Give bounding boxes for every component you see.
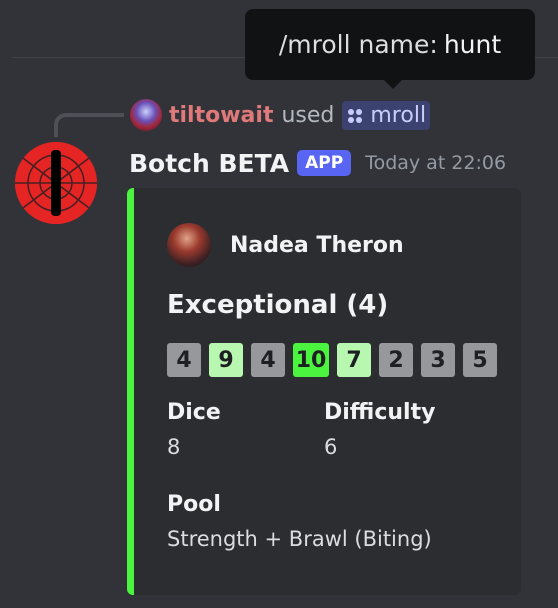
field-dice: Dice 8 <box>167 400 221 459</box>
die-result: 4 <box>167 343 201 377</box>
tooltip-arrow <box>383 79 403 89</box>
roll-embed: Nadea Theron Exceptional (4) 4 9 4 10 7 2 3 5 D… <box>127 188 521 595</box>
embed-author: Nadea Theron <box>167 223 404 267</box>
field-dice-name: Dice <box>167 400 221 425</box>
dice-results: 4 9 4 10 7 2 3 5 <box>167 343 505 377</box>
die-result: 9 <box>209 343 243 377</box>
die-result: 4 <box>251 343 285 377</box>
die-result: 3 <box>421 343 455 377</box>
field-pool-value: Strength + Brawl (Biting) <box>167 527 432 551</box>
command-name: mroll <box>370 102 427 128</box>
die-result: 10 <box>293 343 329 377</box>
field-difficulty: Difficulty 6 <box>324 400 435 459</box>
reply-user-avatar[interactable] <box>130 99 162 131</box>
slash-command-icon <box>346 106 364 124</box>
message-header: Botch BETA APP Today at 22:06 <box>129 145 506 181</box>
message-timestamp[interactable]: Today at 22:06 <box>365 152 506 174</box>
tooltip-label: /mroll name: <box>278 30 438 59</box>
bot-avatar[interactable] <box>15 142 97 224</box>
die-result: 7 <box>337 343 371 377</box>
bot-username[interactable]: Botch BETA <box>129 149 289 178</box>
field-difficulty-name: Difficulty <box>324 400 436 425</box>
app-badge: APP <box>297 150 352 176</box>
reply-verb: used <box>281 102 335 128</box>
field-pool: Pool Strength + Brawl (Biting) <box>167 492 432 551</box>
command-mention[interactable]: mroll <box>342 100 431 130</box>
field-pool-name: Pool <box>167 492 221 517</box>
reply-spine <box>54 113 124 137</box>
roll-result-title: Exceptional (4) <box>167 290 389 320</box>
interaction-reply: tiltowait used mroll <box>169 97 431 133</box>
die-result: 5 <box>463 343 497 377</box>
command-tooltip: /mroll name: hunt <box>245 9 535 80</box>
reply-username[interactable]: tiltowait <box>169 103 273 128</box>
die-result: 2 <box>379 343 413 377</box>
field-dice-value: 8 <box>167 435 181 459</box>
character-name: Nadea Theron <box>230 232 404 258</box>
field-difficulty-value: 6 <box>324 435 338 459</box>
tooltip-value: hunt <box>443 30 502 59</box>
character-portrait <box>167 223 211 267</box>
